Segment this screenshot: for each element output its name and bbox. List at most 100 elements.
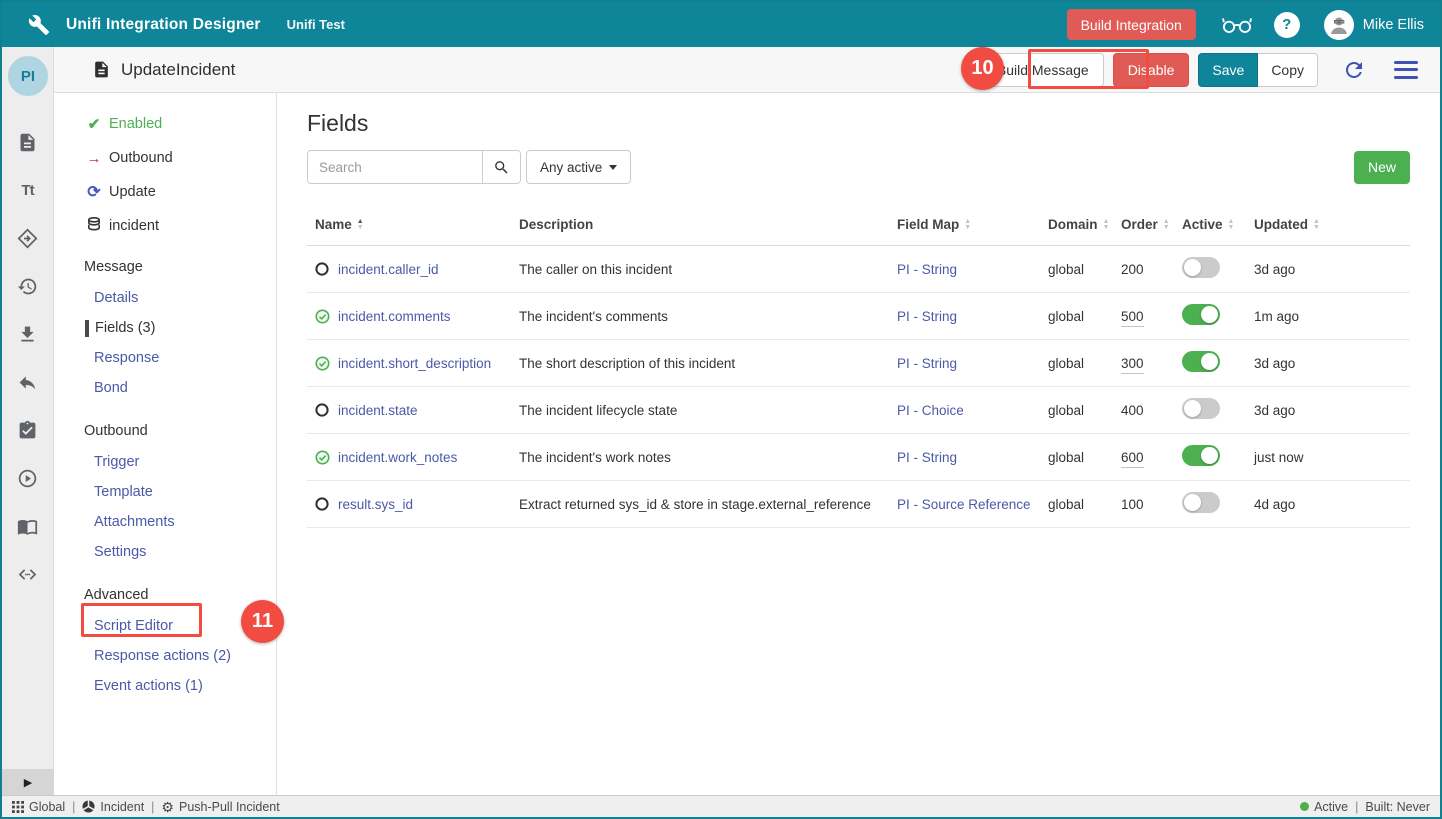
book-icon[interactable] bbox=[2, 502, 54, 550]
sidebar-item-label: Attachments bbox=[94, 514, 175, 530]
menu-icon[interactable] bbox=[1394, 61, 1418, 79]
toggle-knob bbox=[1201, 306, 1218, 323]
glasses-icon[interactable] bbox=[1222, 15, 1252, 35]
field-map-link[interactable]: PI - String bbox=[897, 309, 957, 324]
sidebar-item-trigger[interactable]: Trigger bbox=[54, 447, 276, 477]
sidebar-status-outbound[interactable]: → Outbound bbox=[54, 141, 276, 175]
field-map-link[interactable]: PI - String bbox=[897, 450, 957, 465]
statusbar-separator: | bbox=[1355, 800, 1358, 814]
refresh-icon[interactable] bbox=[1342, 58, 1366, 82]
environment-name[interactable]: Unifi Test bbox=[287, 17, 345, 32]
column-header-label: Name bbox=[315, 217, 352, 232]
save-button[interactable]: Save bbox=[1198, 53, 1258, 87]
statusbar-push-pull-incident[interactable]: ⚙Push-Pull Incident bbox=[161, 800, 279, 814]
sidebar-item-template[interactable]: Template bbox=[54, 477, 276, 507]
document-icon bbox=[92, 60, 111, 79]
field-map-link[interactable]: PI - Choice bbox=[897, 403, 964, 418]
field-map-link[interactable]: PI - String bbox=[897, 356, 957, 371]
sidebar-status-incident[interactable]: incident bbox=[54, 209, 276, 243]
task-check-icon[interactable] bbox=[2, 406, 54, 454]
download-icon[interactable] bbox=[2, 310, 54, 358]
inactive-circle-icon bbox=[307, 403, 338, 417]
active-toggle[interactable] bbox=[1182, 351, 1220, 372]
field-name-link[interactable]: incident.state bbox=[338, 403, 418, 418]
field-name-link[interactable]: incident.comments bbox=[338, 309, 451, 324]
field-updated: just now bbox=[1254, 450, 1410, 465]
field-map-link[interactable]: PI - String bbox=[897, 262, 957, 277]
search-input[interactable] bbox=[308, 151, 482, 183]
play-circle-icon[interactable] bbox=[2, 454, 54, 502]
sidebar-item-attachments[interactable]: Attachments bbox=[54, 507, 276, 537]
table-row: incident.short_descriptionThe short desc… bbox=[307, 340, 1410, 387]
help-icon[interactable]: ? bbox=[1274, 12, 1300, 38]
record-header-bar: UpdateIncident Build Message Disable Sav… bbox=[54, 47, 1440, 93]
active-toggle[interactable] bbox=[1182, 304, 1220, 325]
user-menu[interactable]: Mike Ellis bbox=[1324, 10, 1424, 40]
sidebar-section-outbound: Outbound bbox=[54, 415, 276, 447]
arrow-right-icon: → bbox=[84, 150, 104, 167]
reply-icon[interactable] bbox=[2, 358, 54, 406]
active-status: Active bbox=[1300, 800, 1348, 814]
label-send-icon[interactable] bbox=[2, 214, 54, 262]
field-name-link[interactable]: result.sys_id bbox=[338, 497, 413, 512]
active-status-dot-icon bbox=[1300, 802, 1309, 811]
sort-icon: ▲▼ bbox=[1313, 219, 1320, 231]
field-order: 600 bbox=[1121, 450, 1144, 468]
statusbar-global[interactable]: Global bbox=[12, 800, 65, 814]
active-status-label: Active bbox=[1314, 800, 1348, 814]
fields-heading: Fields bbox=[307, 110, 1440, 137]
column-header-label: Order bbox=[1121, 217, 1158, 232]
field-order: 500 bbox=[1121, 309, 1144, 327]
search-button[interactable] bbox=[482, 151, 520, 183]
build-integration-button[interactable]: Build Integration bbox=[1067, 9, 1196, 40]
field-domain: global bbox=[1048, 262, 1121, 277]
field-domain: global bbox=[1048, 356, 1121, 371]
sidebar-item-event-actions-1[interactable]: Event actions (1) bbox=[54, 671, 276, 701]
document-icon[interactable] bbox=[2, 118, 54, 166]
sidebar-item-response[interactable]: Response bbox=[54, 343, 276, 373]
sidebar-item-fields-3[interactable]: Fields (3) bbox=[54, 313, 276, 343]
column-header-updated[interactable]: Updated▲▼ bbox=[1254, 217, 1410, 232]
toggle-knob bbox=[1184, 259, 1201, 276]
main-content: Fields Any active New Name▲▼DescriptionF… bbox=[277, 93, 1440, 795]
disable-button[interactable]: Disable bbox=[1113, 53, 1190, 87]
sidebar-item-bond[interactable]: Bond bbox=[54, 373, 276, 403]
statusbar-incident[interactable]: Incident bbox=[82, 800, 144, 814]
integration-avatar[interactable]: PI bbox=[8, 56, 48, 96]
field-updated: 3d ago bbox=[1254, 356, 1410, 371]
active-toggle[interactable] bbox=[1182, 398, 1220, 419]
text-format-icon[interactable]: Tt bbox=[2, 166, 54, 214]
active-check-circle-icon bbox=[307, 450, 338, 465]
annotation-step-10: 10 bbox=[961, 47, 1004, 90]
sidebar-status-label: Outbound bbox=[109, 150, 173, 166]
sidebar-item-settings[interactable]: Settings bbox=[54, 537, 276, 567]
active-toggle[interactable] bbox=[1182, 445, 1220, 466]
active-check-circle-icon bbox=[307, 309, 338, 324]
code-icon[interactable] bbox=[2, 550, 54, 598]
field-name-link[interactable]: incident.short_description bbox=[338, 356, 491, 371]
field-domain: global bbox=[1048, 450, 1121, 465]
field-order: 200 bbox=[1121, 262, 1144, 277]
rail-expand-button[interactable]: ▶ bbox=[2, 769, 54, 795]
column-header-domain[interactable]: Domain▲▼ bbox=[1048, 217, 1121, 232]
column-header-active[interactable]: Active▲▼ bbox=[1182, 217, 1254, 232]
active-filter-dropdown[interactable]: Any active bbox=[526, 150, 631, 184]
active-toggle[interactable] bbox=[1182, 492, 1220, 513]
field-name-link[interactable]: incident.work_notes bbox=[338, 450, 457, 465]
column-header-order[interactable]: Order▲▼ bbox=[1121, 217, 1182, 232]
column-header-label: Domain bbox=[1048, 217, 1098, 232]
sidebar-item-response-actions-2[interactable]: Response actions (2) bbox=[54, 641, 276, 671]
sidebar-status-update[interactable]: ⟳Update bbox=[54, 175, 276, 209]
sidebar-item-label: Fields (3) bbox=[95, 320, 155, 336]
sidebar-item-details[interactable]: Details bbox=[54, 283, 276, 313]
column-header-name[interactable]: Name▲▼ bbox=[307, 217, 519, 232]
sort-icon: ▲▼ bbox=[1228, 219, 1235, 231]
column-header-field-map[interactable]: Field Map▲▼ bbox=[897, 217, 1048, 232]
field-name-link[interactable]: incident.caller_id bbox=[338, 262, 439, 277]
history-icon[interactable] bbox=[2, 262, 54, 310]
sidebar-status-enabled[interactable]: ✔Enabled bbox=[54, 107, 276, 141]
active-toggle[interactable] bbox=[1182, 257, 1220, 278]
copy-button[interactable]: Copy bbox=[1258, 53, 1318, 87]
field-map-link[interactable]: PI - Source Reference bbox=[897, 497, 1031, 512]
new-field-button[interactable]: New bbox=[1354, 151, 1410, 184]
